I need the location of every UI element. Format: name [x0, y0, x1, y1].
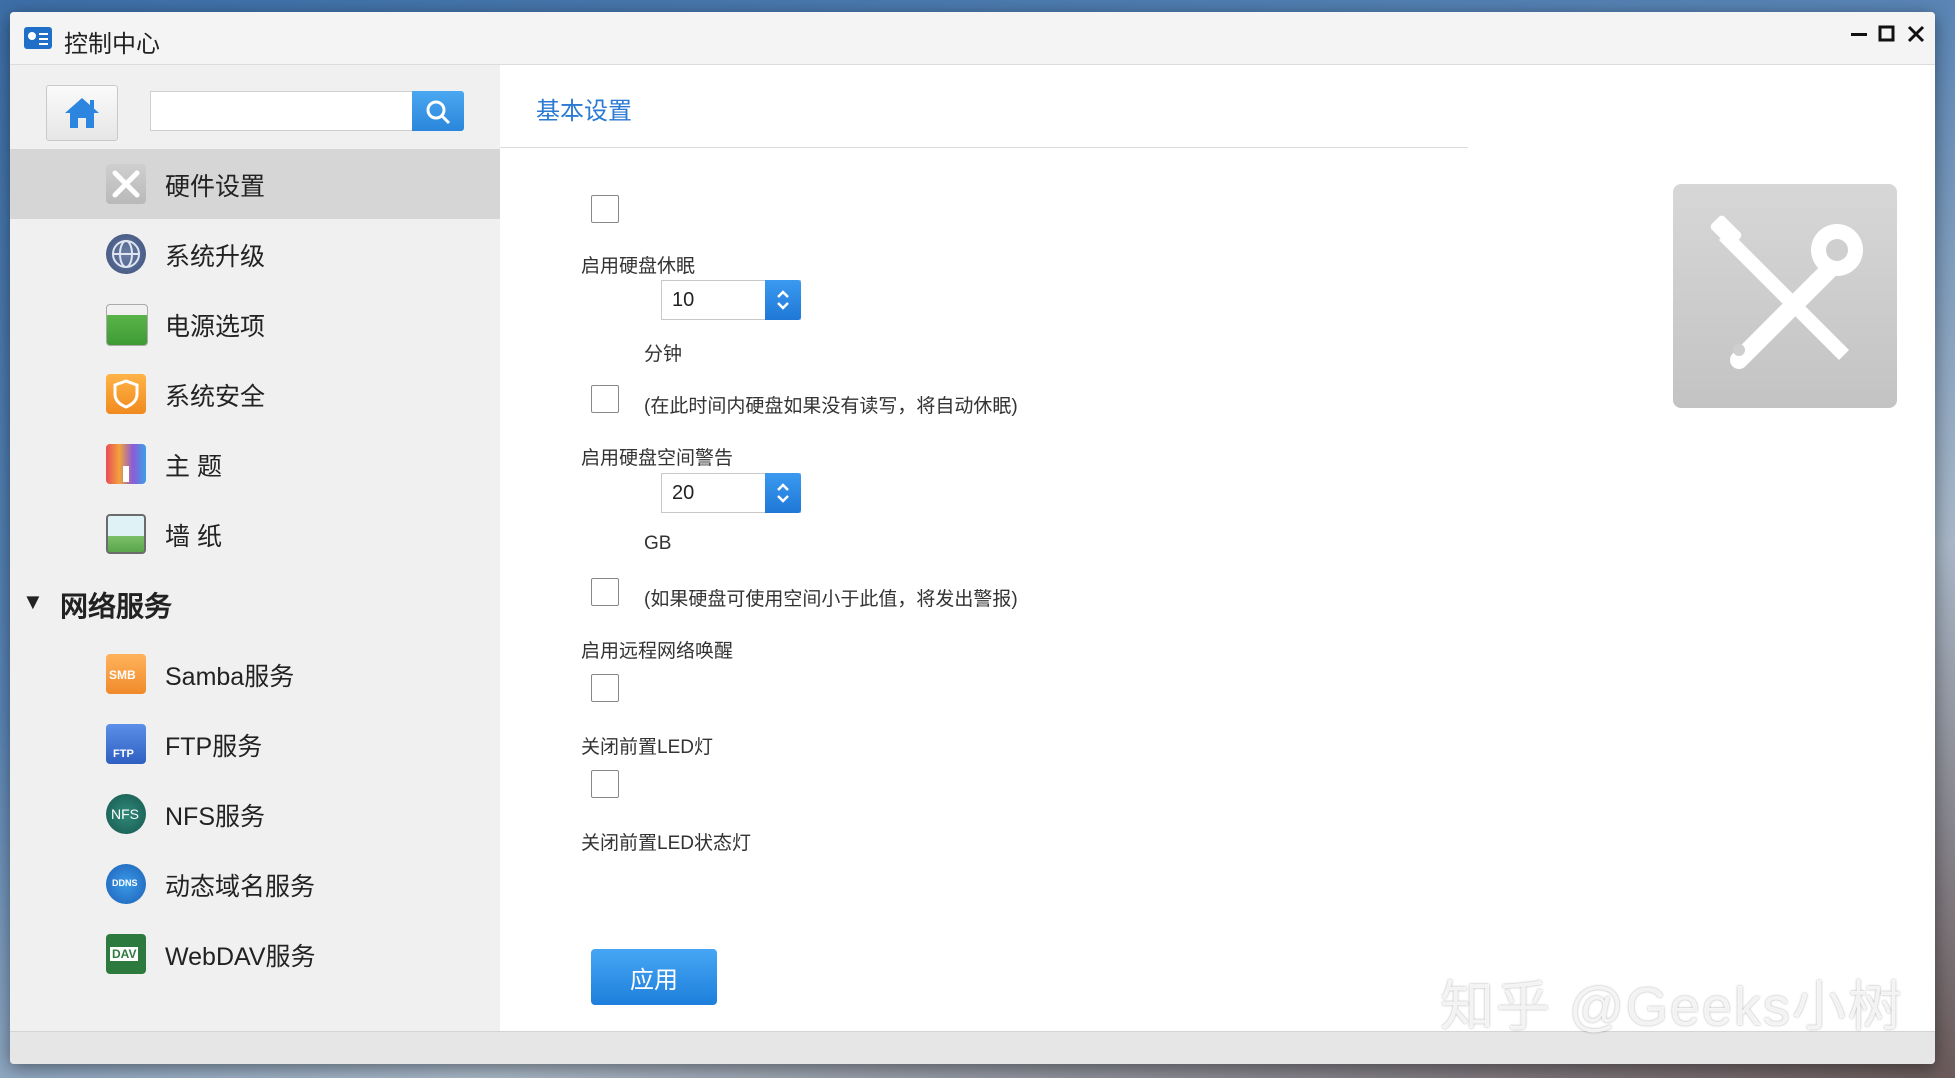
tools-icon — [1710, 215, 1863, 369]
disk-space-value: 20 — [672, 482, 695, 504]
sidebar-item-power[interactable]: 电源选项 — [10, 289, 500, 359]
sidebar-item-label: 系统升级 — [165, 243, 266, 271]
section-label: 网络服务 — [60, 591, 173, 622]
maximize-button[interactable] — [1874, 24, 1900, 50]
wol-label: 启用远程网络唤醒 — [581, 641, 734, 662]
smb-badge: SMB — [109, 668, 136, 682]
sidebar-item-theme[interactable]: 主 题 — [10, 429, 500, 499]
sidebar-item-label: 动态域名服务 — [165, 873, 316, 901]
sidebar-item-label: FTP服务 — [165, 733, 263, 761]
minimize-icon — [1851, 33, 1867, 36]
close-icon — [1907, 25, 1925, 43]
hardware-hero-icon — [1673, 184, 1897, 408]
disk-sleep-stepper-buttons[interactable] — [765, 280, 801, 320]
wallpaper-icon — [106, 514, 146, 554]
page-title: 基本设置 — [536, 98, 632, 125]
sidebar-item-label: 硬件设置 — [165, 173, 266, 201]
sidebar-item-upgrade[interactable]: 系统升级 — [10, 219, 500, 289]
nfs-icon: NFS — [106, 794, 146, 834]
disk-sleep-value: 10 — [672, 289, 695, 311]
close-button[interactable] — [1903, 24, 1929, 50]
battery-icon — [106, 304, 148, 346]
home-button[interactable] — [46, 85, 118, 141]
sidebar-item-nfs[interactable]: NFS NFS服务 — [10, 779, 500, 849]
sidebar-item-wallpaper[interactable]: 墙 纸 — [10, 499, 500, 569]
search-button[interactable] — [412, 91, 464, 131]
title-divider — [500, 147, 1468, 148]
sidebar-item-label: Samba服务 — [165, 663, 295, 691]
led-status-label: 关闭前置LED状态灯 — [581, 833, 751, 854]
sidebar-item-security[interactable]: 系统安全 — [10, 359, 500, 429]
disk-space-stepper[interactable]: 20 — [661, 473, 801, 513]
app-icon — [24, 27, 52, 49]
watermark: 知乎 @Geeks小树 — [1440, 977, 1904, 1037]
smb-folder-icon: SMB — [106, 654, 146, 694]
section-network-services[interactable]: ▼ 网络服务 — [10, 571, 500, 633]
led-checkbox[interactable] — [591, 770, 619, 798]
up-down-arrows-icon — [777, 483, 789, 503]
sidebar-item-samba[interactable]: SMB Samba服务 — [10, 639, 500, 709]
shield-icon — [106, 374, 146, 414]
ftp-badge: FTP — [113, 748, 134, 760]
wol-checkbox[interactable] — [591, 674, 619, 702]
disk-space-stepper-buttons[interactable] — [765, 473, 801, 513]
sidebar: 硬件设置 系统升级 电源选项 系统安全 主 题 墙 纸 ▼ 网络服务 SMB S… — [10, 65, 500, 1031]
apply-button[interactable]: 应用 — [591, 949, 717, 1005]
paint-roller-icon — [106, 444, 146, 484]
webdav-badge: DAV — [110, 947, 139, 961]
led-label: 关闭前置LED灯 — [581, 737, 713, 758]
disk-sleep-unit: 分钟 — [644, 344, 683, 365]
sidebar-item-hardware[interactable]: 硬件设置 — [10, 149, 500, 219]
sidebar-item-ftp[interactable]: FTP FTP服务 — [10, 709, 500, 779]
disk-space-unit: GB — [644, 533, 672, 554]
sidebar-item-label: 主 题 — [165, 453, 222, 481]
ftp-icon: FTP — [106, 724, 146, 764]
sidebar-item-ddns[interactable]: DDNS 动态域名服务 — [10, 849, 500, 919]
title-bar[interactable]: 控制中心 — [10, 12, 1935, 65]
maximize-icon — [1878, 25, 1895, 42]
sidebar-item-label: 系统安全 — [165, 383, 266, 411]
ddns-badge: DDNS — [112, 878, 138, 888]
tools-icon — [106, 164, 146, 204]
disk-space-label: 启用硬盘空间警告 — [581, 448, 734, 469]
sidebar-item-label: 电源选项 — [165, 313, 266, 341]
home-icon — [65, 98, 99, 128]
window-title: 控制中心 — [64, 31, 160, 58]
search-icon — [426, 100, 451, 125]
disk-space-hint: (如果硬盘可使用空间小于此值，将发出警报) — [644, 589, 1018, 610]
up-down-arrows-icon — [777, 290, 789, 310]
main-panel: 基本设置 启用硬盘休眠 10 分钟 (在此时间内硬盘如果没有读写，将自动休眠) … — [500, 65, 1935, 1031]
search-input[interactable] — [150, 91, 412, 131]
control-center-window: 控制中心 硬件设置 系统升级 电源选项 系统安全 主 题 墙 纸 ▼ 网络服务 … — [10, 12, 1935, 1064]
sidebar-item-webdav[interactable]: DAV WebDAV服务 — [10, 919, 500, 989]
sidebar-item-label: NFS服务 — [165, 803, 266, 831]
disk-sleep-stepper[interactable]: 10 — [661, 280, 801, 320]
disk-space-hint-checkbox[interactable] — [591, 578, 619, 606]
disk-sleep-label: 启用硬盘休眠 — [581, 256, 696, 277]
collapse-arrow-icon: ▼ — [22, 589, 44, 614]
globe-upgrade-icon — [106, 234, 146, 274]
disk-sleep-hint-checkbox[interactable] — [591, 385, 619, 413]
sidebar-item-label: 墙 纸 — [165, 523, 222, 551]
nfs-badge: NFS — [111, 806, 139, 822]
sidebar-item-label: WebDAV服务 — [165, 943, 316, 971]
disk-sleep-hint: (在此时间内硬盘如果没有读写，将自动休眠) — [644, 396, 1018, 417]
disk-sleep-checkbox[interactable] — [591, 195, 619, 223]
webdav-icon: DAV — [106, 934, 146, 974]
ddns-icon: DDNS — [106, 864, 146, 904]
minimize-button[interactable] — [1846, 24, 1872, 50]
